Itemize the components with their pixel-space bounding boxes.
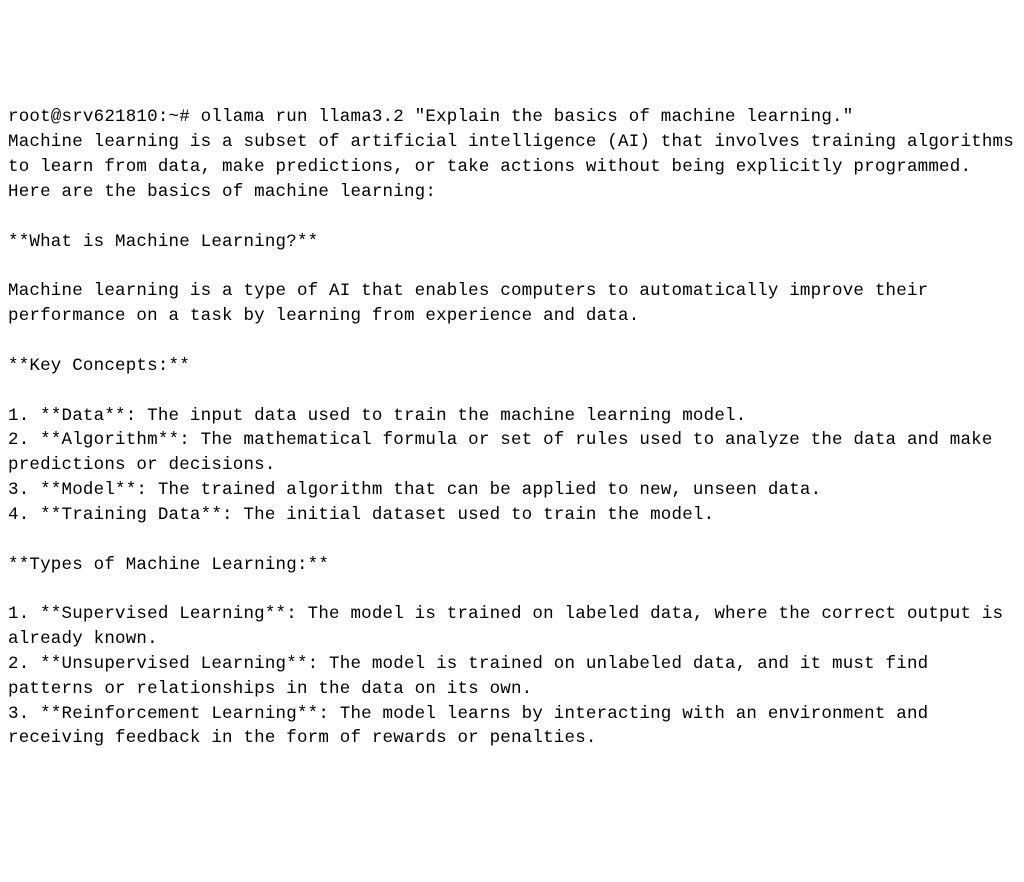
output-intro: Machine learning is a subset of artifici… [8, 132, 1024, 202]
type-item: 3. **Reinforcement Learning**: The model… [8, 704, 939, 749]
shell-prompt-line: root@srv621810:~# ollama run llama3.2 "E… [8, 107, 853, 127]
type-item: 1. **Supervised Learning**: The model is… [8, 604, 1014, 649]
type-item: 2. **Unsupervised Learning**: The model … [8, 654, 939, 699]
section-body-what-is-ml: Machine learning is a type of AI that en… [8, 281, 939, 326]
key-concept-item: 2. **Algorithm**: The mathematical formu… [8, 430, 1003, 475]
section-title-key-concepts: **Key Concepts:** [8, 356, 190, 376]
section-title-types: **Types of Machine Learning:** [8, 555, 329, 575]
key-concept-item: 3. **Model**: The trained algorithm that… [8, 480, 821, 500]
terminal-output[interactable]: root@srv621810:~# ollama run llama3.2 "E… [8, 105, 1016, 751]
section-title-what-is-ml: **What is Machine Learning?** [8, 232, 318, 252]
key-concept-item: 1. **Data**: The input data used to trai… [8, 406, 746, 426]
key-concept-item: 4. **Training Data**: The initial datase… [8, 505, 714, 525]
